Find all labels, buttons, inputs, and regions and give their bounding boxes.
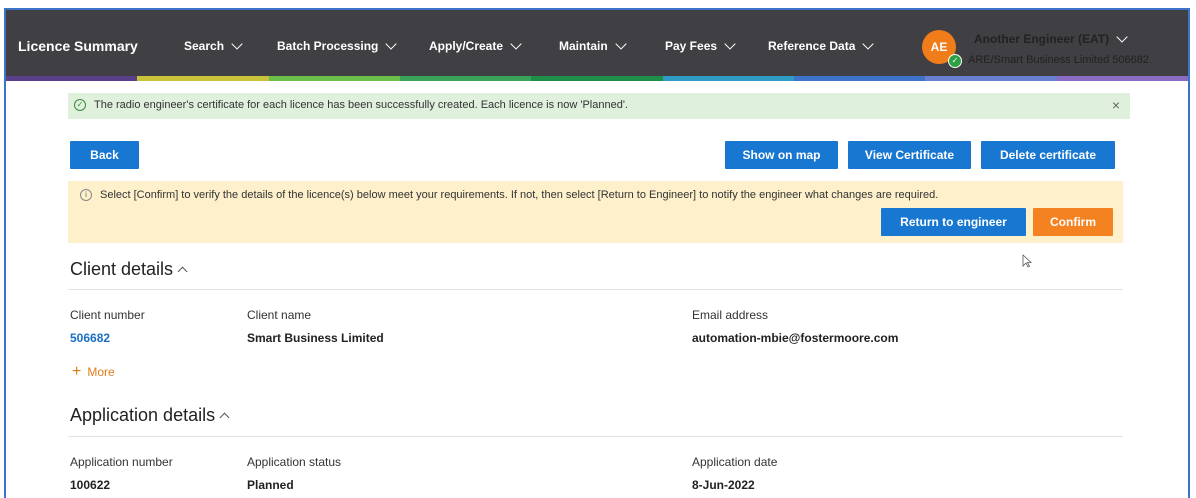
nav-reference-data[interactable]: Reference Data [768,38,875,53]
application-number-value: 100622 [70,478,111,492]
email-value: automation-mbie@fostermoore.com [692,331,899,345]
chevron-down-icon [862,38,875,50]
divider [68,436,1123,437]
page-title: Licence Summary [18,38,138,54]
nav-search-label: Search [184,39,225,53]
return-to-engineer-button[interactable]: Return to engineer [881,208,1026,236]
nav-apply-create-label: Apply/Create [429,39,504,53]
nav-batch-processing-label: Batch Processing [277,39,379,53]
chevron-up-icon [219,412,230,423]
client-name-label: Client name [247,308,312,322]
chevron-down-icon [1116,31,1128,43]
chevron-down-icon [385,38,398,50]
application-details-toggle[interactable]: Application details [70,405,230,426]
user-menu[interactable]: Another Engineer (EAT) [974,31,1128,46]
chevron-down-icon [231,38,243,50]
user-name: Another Engineer (EAT) [974,32,1110,46]
more-label: More [87,365,115,379]
nav-reference-data-label: Reference Data [768,39,856,53]
info-icon: i [80,189,92,201]
chevron-up-icon [177,266,188,277]
back-button[interactable]: Back [70,141,139,169]
nav-maintain[interactable]: Maintain [559,38,627,53]
plus-icon: + [72,363,82,380]
client-details-title: Client details [70,259,174,279]
nav-batch-processing[interactable]: Batch Processing [277,38,398,53]
client-name-value: Smart Business Limited [247,331,384,345]
confirm-button[interactable]: Confirm [1033,208,1113,236]
nav-pay-fees[interactable]: Pay Fees [665,38,736,53]
application-status-label: Application status [247,455,342,469]
application-status-value: Planned [247,478,294,492]
application-date-label: Application date [692,455,778,469]
nav-pay-fees-label: Pay Fees [665,39,718,53]
confirmation-message: Select [Confirm] to verify the details o… [100,189,939,201]
more-button[interactable]: + More [72,363,115,380]
online-status-icon: ✓ [948,54,962,68]
close-icon[interactable]: × [1112,97,1120,113]
chevron-down-icon [510,38,522,50]
mouse-cursor-icon [1022,254,1032,268]
nav-search[interactable]: Search [184,38,243,53]
nav-apply-create[interactable]: Apply/Create [429,38,522,53]
client-number-link[interactable]: 506682 [70,331,110,345]
brand-stripe [6,76,1188,81]
success-message: The radio engineer's certificate for eac… [94,99,628,111]
check-circle-icon: ✓ [74,99,86,111]
client-details-toggle[interactable]: Client details [70,259,188,280]
application-number-label: Application number [70,455,173,469]
email-label: Email address [692,308,769,322]
delete-certificate-button[interactable]: Delete certificate [981,141,1115,169]
client-number-label: Client number [70,308,145,322]
show-on-map-button[interactable]: Show on map [725,141,838,169]
nav-maintain-label: Maintain [559,39,608,53]
user-organisation: ARE/Smart Business Limited 506682 [968,54,1149,66]
application-details-title: Application details [70,405,216,425]
success-banner: ✓ The radio engineer's certificate for e… [68,93,1130,119]
divider [68,289,1123,290]
application-date-value: 8-Jun-2022 [692,478,755,492]
view-certificate-button[interactable]: View Certificate [848,141,971,169]
chevron-down-icon [615,38,627,50]
chevron-down-icon [724,38,736,50]
